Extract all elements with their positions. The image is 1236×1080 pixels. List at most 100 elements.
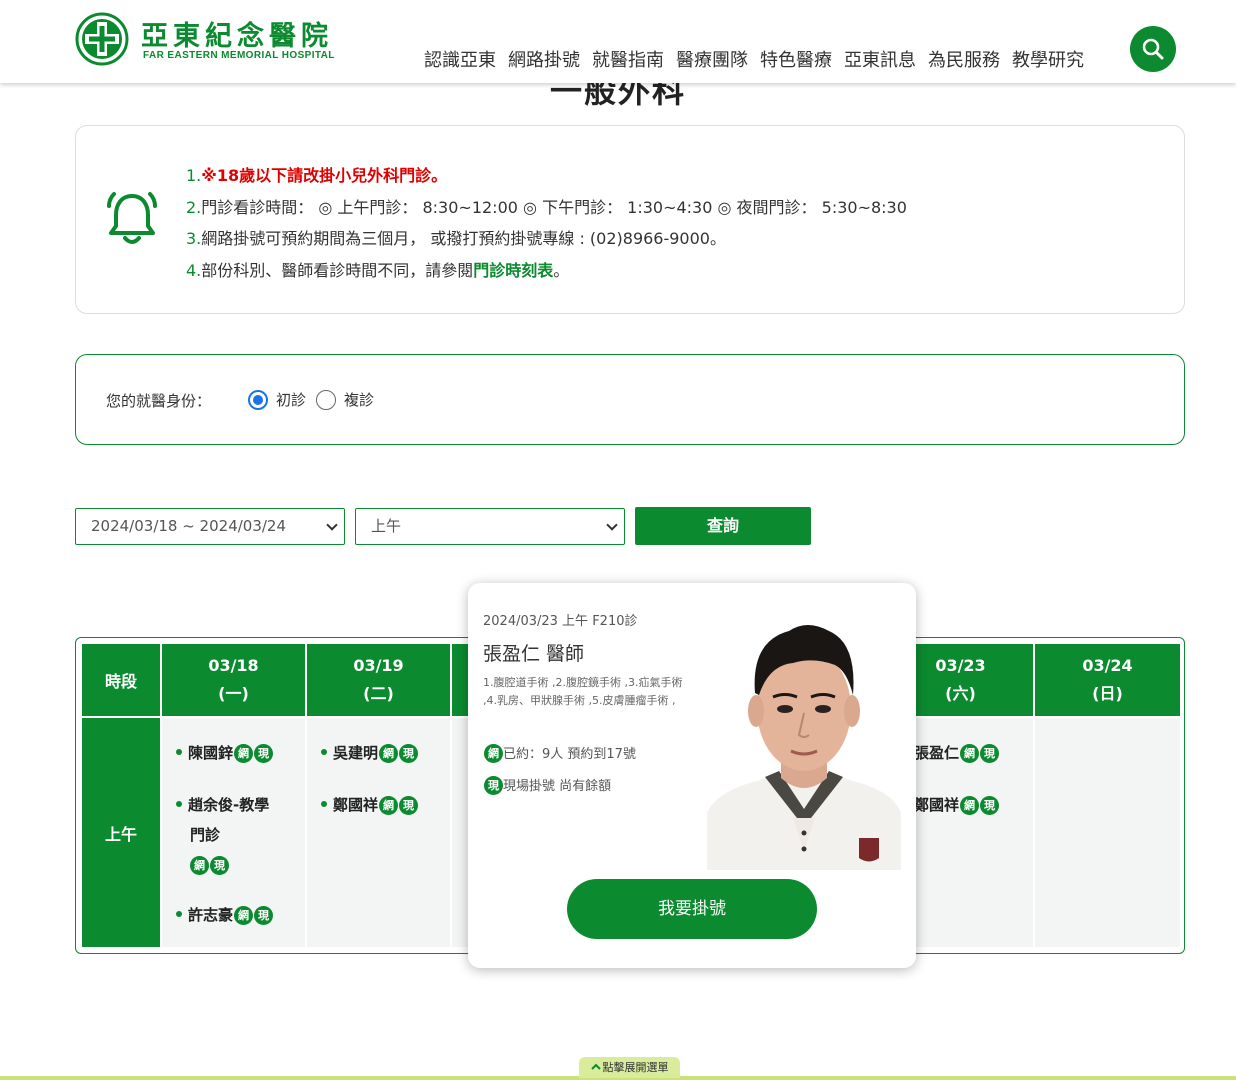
onsite-tag: 現 [980,796,1000,815]
day-weekday: (日) [1092,684,1123,703]
tags: 網現 [176,850,269,880]
popup-session-info: 2024/03/23 上午 F210診 [483,614,638,629]
notice-text: 門診看診時間： ◎ 上午門診： 8:30~12:00 ◎ 下午門診： 1:30~… [201,197,907,217]
notice-text: 網路掛號可預約期間為三個月， 或撥打預約掛號專線 : (02)8966-9000… [201,229,726,248]
notice-number: 4. [186,260,202,280]
day-header: 03/24 (日) [1035,644,1180,716]
web-tag: 網 [379,744,399,763]
search-icon [1142,38,1164,60]
chevron-down-icon [606,519,618,531]
day-date: 03/19 [353,656,404,675]
logo-cross-icon [75,12,129,66]
notice-list: 1.※18歲以下請改掛小兒外科門診。 2.門診看診時間： ◎ 上午門診： 8:3… [186,160,907,286]
notice-text-end: 。 [553,260,570,280]
day-date: 03/18 [208,656,259,675]
nav-news[interactable]: 亞東訊息 [844,46,916,72]
identity-radio-group: 初診 複診 [248,389,384,410]
query-button[interactable]: 查詢 [635,507,811,545]
hospital-logo[interactable]: 亞東紀念醫院 FAR EASTERN MEMORIAL HOSPITAL [75,12,355,68]
onsite-tag: 現 [484,776,503,795]
doctor-name: 許志豪 [188,906,234,924]
onsite-tag: 現 [980,744,1000,763]
period-cell-morning: 上午 [82,718,160,947]
popup-onsite-status: 現現場掛號 尚有餘額 [483,775,611,795]
doctor-portrait-image [707,613,901,870]
date-range-value: 2024/03/18 ~ 2024/03/24 [91,517,287,535]
bullet-icon [176,911,182,917]
doctor-name: 張盈仁 [914,744,960,762]
nav-medical-guide[interactable]: 就醫指南 [592,46,664,72]
notice-item: 3.網路掛號可預約期間為三個月， 或撥打預約掛號專線 : (02)8966-90… [186,223,907,255]
nav-public-service[interactable]: 為民服務 [928,46,1000,72]
popup-web-status: 網已約：9人 預約到17號 [483,743,636,763]
day-date: 03/24 [1082,656,1133,675]
doctor-entry[interactable]: 張盈仁網現 [902,738,1000,768]
notice-item: 2.門診看診時間： ◎ 上午門診： 8:30~12:00 ◎ 下午門診： 1:3… [186,192,907,224]
first-visit-label[interactable]: 初診 [276,389,306,410]
expand-menu-label: 點擊展開選單 [602,1061,669,1074]
clinic-timetable-link[interactable]: 門診時刻表 [473,261,553,280]
bell-icon [107,192,157,244]
period-select[interactable]: 上午 [355,508,625,545]
doctor-popup: 2024/03/23 上午 F210診 張盈仁 醫師 1.腹腔道手術 ,2.腹腔… [468,583,916,968]
return-visit-label[interactable]: 複診 [344,389,374,410]
nav-special-care[interactable]: 特色醫療 [760,46,832,72]
notice-number: 3. [186,229,202,248]
return-visit-radio[interactable] [316,389,337,410]
doctor-entry[interactable]: 趙余俊-教學 門診 網現 [176,790,269,880]
doctor-entry[interactable]: 許志豪網現 [176,900,274,930]
day-header: 03/19 (二) [307,644,450,716]
nav-about[interactable]: 認識亞東 [424,46,496,72]
web-tag: 網 [190,856,209,875]
first-visit-radio[interactable] [248,389,268,410]
search-button[interactable] [1130,26,1176,72]
onsite-tag: 現 [254,744,274,763]
chevron-down-icon [326,519,338,531]
onsite-tag: 現 [399,744,419,763]
doctor-name: 吳建明 [333,744,379,762]
web-tag: 網 [960,796,980,815]
doctor-name: 鄭國祥 [914,796,960,814]
web-tag: 網 [960,744,980,763]
doctor-name: 趙余俊-教學 [188,796,270,814]
day-weekday: (二) [363,684,394,703]
notice-warning: ※18歲以下請改掛小兒外科門診。 [201,166,448,185]
doctor-entry[interactable]: 陳國鋅網現 [176,738,274,768]
notice-box: 1.※18歲以下請改掛小兒外科門診。 2.門診看診時間： ◎ 上午門診： 8:3… [75,125,1185,314]
onsite-tag: 現 [254,906,274,925]
nav-teaching-research[interactable]: 教學研究 [1012,46,1084,72]
notice-number: 2. [186,197,202,217]
period-header: 時段 [82,644,160,716]
date-range-select[interactable]: 2024/03/18 ~ 2024/03/24 [75,508,345,545]
doctor-name: 陳國鋅 [188,744,234,762]
web-tag: 網 [234,906,254,925]
doctor-entry[interactable]: 吳建明網現 [321,738,419,768]
identity-label: 您的就醫身份： [106,392,212,410]
nav-online-registration[interactable]: 網路掛號 [508,46,580,72]
doctor-entry[interactable]: 鄭國祥網現 [321,790,419,820]
web-tag: 網 [379,796,399,815]
page: 亞東紀念醫院 FAR EASTERN MEMORIAL HOSPITAL 認識亞… [0,0,1236,1080]
nav-medical-team[interactable]: 醫療團隊 [676,46,748,72]
notice-number: 1. [186,166,202,185]
doctor-name-cont: 門診 [190,826,221,844]
expand-menu-button[interactable]: 點擊展開選單 [579,1057,680,1078]
period-value: 上午 [371,517,402,535]
day-header: 03/18 (一) [162,644,305,716]
doctor-name: 鄭國祥 [333,796,379,814]
main-nav: 認識亞東 網路掛號 就醫指南 醫療團隊 特色醫療 亞東訊息 為民服務 教學研究 [424,46,1084,72]
onsite-tag: 現 [210,856,229,875]
popup-doctor-name: 張盈仁 醫師 [483,643,585,665]
day-cell: 吳建明網現 鄭國祥網現 [307,718,450,947]
onsite-tag: 現 [399,796,419,815]
book-appointment-button[interactable]: 我要掛號 [567,879,817,939]
identity-box: 您的就醫身份： 初診 複診 [75,354,1185,445]
bullet-icon [176,801,182,807]
notice-item: 4.部份科別、醫師看診時間不同，請參閱門診時刻表。 [186,255,907,287]
site-header: 亞東紀念醫院 FAR EASTERN MEMORIAL HOSPITAL 認識亞… [0,0,1236,83]
doctor-photo [707,613,901,870]
day-cell [1035,718,1180,947]
web-tag: 網 [484,744,503,763]
doctor-entry[interactable]: 鄭國祥網現 [902,790,1000,820]
bullet-icon [321,801,327,807]
